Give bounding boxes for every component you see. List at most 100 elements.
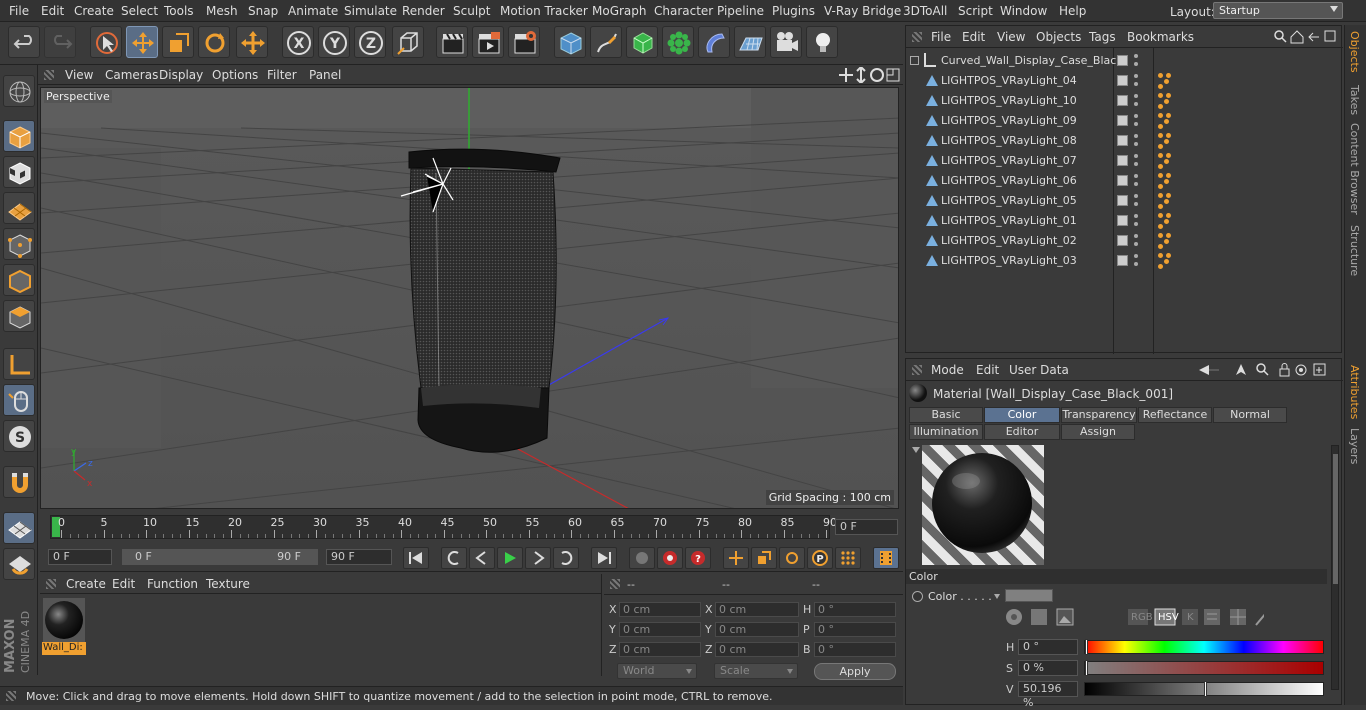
axis-mode-button[interactable] [3,348,35,380]
object-row[interactable]: LIGHTPOS_VRayLight_02 [906,231,1343,251]
layer-checkbox-icon[interactable] [1117,75,1128,86]
object-name[interactable]: LIGHTPOS_VRayLight_05 [941,194,1077,207]
render-settings-button[interactable] [508,26,540,58]
perspective-viewport[interactable]: y z x Perspective Grid Spacing : 100 cm [40,87,899,509]
layout-select[interactable]: Startup [1213,2,1343,19]
menu-pipeline[interactable]: Pipeline [717,4,764,18]
object-name[interactable]: LIGHTPOS_VRayLight_02 [941,234,1077,247]
undo-button[interactable] [8,26,40,58]
material-menu-function[interactable]: Function [147,577,198,591]
object-row[interactable]: LIGHTPOS_VRayLight_10 [906,91,1343,111]
object-menu-objects[interactable]: Objects [1036,30,1081,44]
coordinate-system-button[interactable] [392,26,424,58]
parameter-key-button[interactable]: P [807,547,833,569]
render-visibility-dot[interactable] [1134,82,1138,86]
tab-takes[interactable]: Takes [1348,85,1361,115]
menu-help[interactable]: Help [1059,4,1086,18]
object-row[interactable]: LIGHTPOS_VRayLight_04 [906,71,1343,91]
viewport-menu-panel[interactable]: Panel [309,68,341,82]
h-value-field[interactable]: 0 ° [1018,639,1078,655]
material-thumbnail[interactable] [43,598,85,642]
editor-visibility-dot[interactable] [1134,54,1138,58]
menu-script[interactable]: Script [958,4,993,18]
scale-tool-button[interactable] [162,26,194,58]
collapse-icon[interactable] [912,447,920,453]
grid-snap-button[interactable] [3,548,35,580]
tab-layers[interactable]: Layers [1348,428,1361,464]
y-axis-lock-button[interactable]: Y [318,26,350,58]
point-level-key-button[interactable] [835,547,861,569]
menu-motion-tracker[interactable]: Motion Tracker [500,4,588,18]
object-name[interactable]: LIGHTPOS_VRayLight_08 [941,134,1077,147]
tab-assign[interactable]: Assign [1061,424,1135,440]
vray-tag-icon[interactable] [1158,133,1172,149]
current-frame-field[interactable]: 0 F [835,519,898,535]
layer-checkbox-icon[interactable] [1117,195,1128,206]
value-slider-handle[interactable] [1204,681,1208,697]
polygons-mode-button[interactable] [3,300,35,332]
object-row[interactable]: LIGHTPOS_VRayLight_09 [906,111,1343,131]
vray-tag-icon[interactable] [1158,253,1172,269]
viewport-menu-cameras[interactable]: Cameras [105,68,158,82]
size-field[interactable]: 0 cm [715,622,799,637]
play-button[interactable] [497,547,523,569]
vray-tag-icon[interactable] [1158,213,1172,229]
position-field[interactable]: 0 cm [619,642,701,657]
menu-window[interactable]: Window [1000,4,1047,18]
kelvin-mode-label[interactable]: K [1187,612,1194,623]
light-button[interactable] [806,26,838,58]
apply-button[interactable]: Apply [814,663,896,680]
model-mode-button[interactable] [3,120,35,152]
object-menu-bookmarks[interactable]: Bookmarks [1127,30,1194,44]
position-key-button[interactable] [723,547,749,569]
s-value-field[interactable]: 0 % [1018,660,1078,676]
position-field[interactable]: 0 cm [619,622,701,637]
viewport-menu-filter[interactable]: Filter [267,68,297,82]
viewport-menu-display[interactable]: Display [159,68,203,82]
tab-illumination[interactable]: Illumination [909,424,983,440]
size-field[interactable]: 0 cm [715,642,799,657]
z-axis-lock-button[interactable]: Z [354,26,386,58]
object-menu-view[interactable]: View [997,30,1025,44]
chevron-down-icon[interactable] [994,594,1000,599]
make-editable-button[interactable] [3,75,35,107]
vray-tag-icon[interactable] [1158,233,1172,249]
tweak-mode-button[interactable] [3,384,35,416]
object-name[interactable]: LIGHTPOS_VRayLight_10 [941,94,1077,107]
menu-v-ray-bridge[interactable]: V-Ray Bridge [824,4,901,18]
edges-mode-button[interactable] [3,264,35,296]
tab-normal[interactable]: Normal [1213,407,1287,423]
previous-key-button[interactable] [441,547,467,569]
deformer-button[interactable] [698,26,730,58]
menu-render[interactable]: Render [402,4,445,18]
layer-checkbox-icon[interactable] [1117,115,1128,126]
attribute-menu-user-data[interactable]: User Data [1009,363,1069,377]
menu-mesh[interactable]: Mesh [206,4,238,18]
editor-visibility-dot[interactable] [1134,94,1138,98]
menu-tools[interactable]: Tools [164,4,194,18]
tab-reflectance[interactable]: Reflectance [1138,407,1212,423]
end-frame-field[interactable]: 90 F [326,549,392,565]
camera-label[interactable]: Perspective [44,90,112,103]
render-visibility-dot[interactable] [1134,202,1138,206]
menu-3dtoall[interactable]: 3DToAll [903,4,947,18]
snap-button[interactable] [3,466,35,498]
editor-visibility-dot[interactable] [1134,214,1138,218]
object-row[interactable]: LIGHTPOS_VRayLight_03 [906,251,1343,271]
previous-frame-button[interactable] [469,547,495,569]
menu-edit[interactable]: Edit [41,4,64,18]
points-mode-button[interactable] [3,228,35,260]
object-menu-tags[interactable]: Tags [1089,30,1116,44]
workplane-mode-button[interactable] [3,192,35,224]
cloner-button[interactable] [662,26,694,58]
live-selection-button[interactable] [90,26,122,58]
scale-key-button[interactable] [751,547,777,569]
object-row[interactable]: LIGHTPOS_VRayLight_08 [906,131,1343,151]
tab-objects[interactable]: Objects [1348,31,1361,73]
object-row[interactable]: LIGHTPOS_VRayLight_06 [906,171,1343,191]
layer-checkbox-icon[interactable] [1117,95,1128,106]
floor-button[interactable] [734,26,766,58]
material-name-label[interactable]: Wall_Di: [42,642,86,655]
object-name[interactable]: LIGHTPOS_VRayLight_03 [941,254,1077,267]
render-visibility-dot[interactable] [1134,62,1138,66]
